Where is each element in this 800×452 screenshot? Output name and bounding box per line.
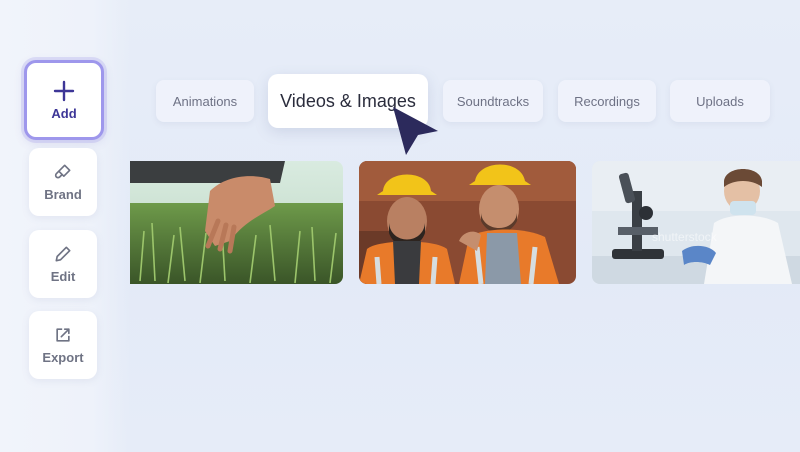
export-button[interactable]: Export: [29, 311, 97, 379]
add-button-label: Add: [51, 106, 77, 121]
laboratory-image: shutterstock: [592, 161, 800, 284]
tab-recordings-label: Recordings: [574, 93, 640, 109]
tab-uploads-label: Uploads: [696, 93, 744, 109]
plus-icon: [53, 80, 75, 102]
watermark-text: shutterstock: [652, 230, 718, 244]
add-button[interactable]: Add: [24, 60, 104, 140]
tab-soundtracks[interactable]: Soundtracks: [443, 80, 543, 122]
media-thumbnail-lab[interactable]: shutterstock: [592, 161, 800, 284]
tab-recordings[interactable]: Recordings: [558, 80, 656, 122]
mouse-cursor-icon: [393, 107, 438, 155]
tab-animations[interactable]: Animations: [156, 80, 254, 122]
field-hand-image: [130, 161, 343, 284]
export-icon: [56, 328, 70, 342]
edit-button[interactable]: Edit: [29, 230, 97, 298]
media-thumbnail-field[interactable]: [130, 161, 343, 284]
media-thumbnail-workers[interactable]: [359, 161, 576, 284]
pencil-icon: [55, 246, 71, 262]
brand-button[interactable]: Brand: [29, 148, 97, 216]
tab-soundtracks-label: Soundtracks: [456, 93, 530, 109]
construction-workers-image: [359, 161, 576, 284]
edit-button-label: Edit: [50, 269, 76, 284]
tab-uploads[interactable]: Uploads: [670, 80, 770, 122]
brand-button-label: Brand: [44, 187, 82, 202]
tab-animations-label: Animations: [172, 93, 238, 109]
paint-brush-icon: [54, 164, 71, 179]
export-button-label: Export: [42, 350, 84, 365]
